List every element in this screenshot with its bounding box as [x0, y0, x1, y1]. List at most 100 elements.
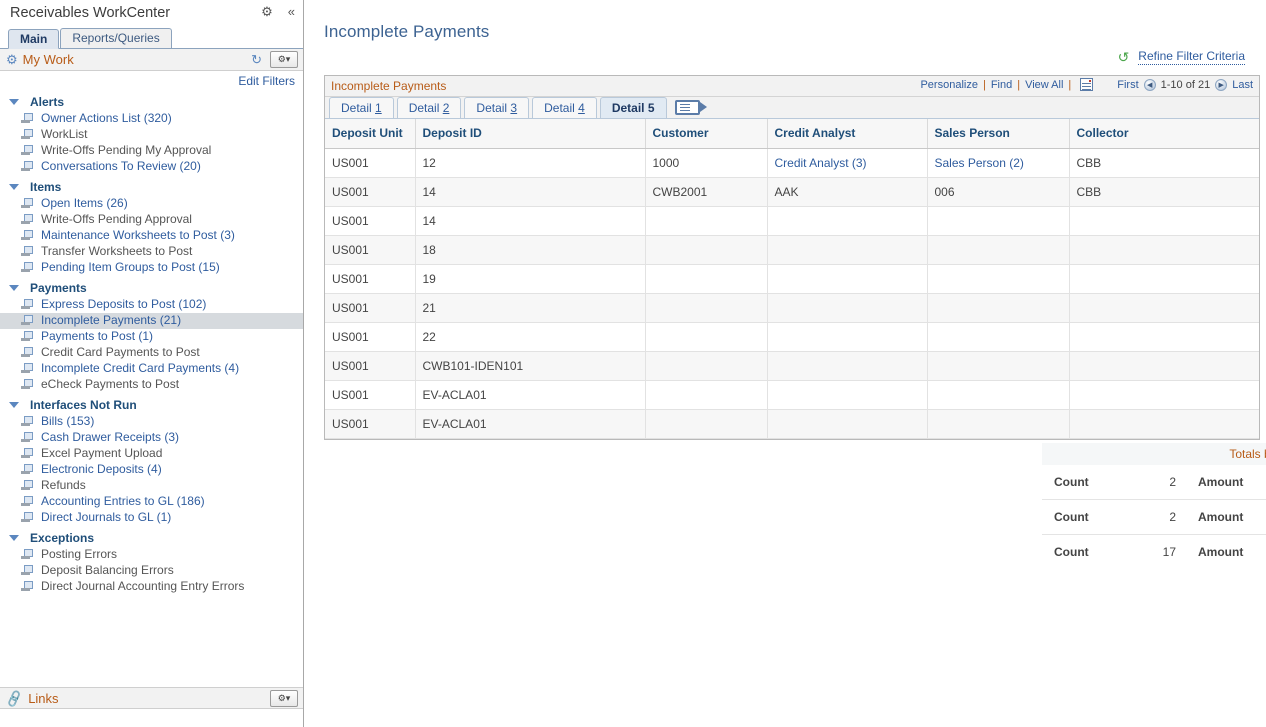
sidebar-item[interactable]: Transfer Worksheets to Post	[0, 244, 303, 260]
sidebar-item[interactable]: Cash Drawer Receipts (3)	[0, 430, 303, 446]
sidebar-item-label: WorkList	[41, 127, 87, 142]
tree-node-icon	[21, 363, 32, 374]
detail-tab-5[interactable]: Detail 5	[600, 97, 667, 118]
tree-node-icon	[21, 581, 32, 592]
sidebar-item[interactable]: Maintenance Worksheets to Post (3)	[0, 228, 303, 244]
sidebar-item[interactable]: Accounting Entries to GL (186)	[0, 494, 303, 510]
sidebar-item[interactable]: Pending Item Groups to Post (15)	[0, 260, 303, 276]
count-value: 2	[1134, 500, 1176, 535]
collapse-left-icon[interactable]: «	[288, 5, 295, 18]
sidebar-item[interactable]: Incomplete Payments (21)	[0, 313, 303, 329]
cell-deposit-unit: US001	[325, 351, 415, 380]
prev-arrow-icon[interactable]: ◀	[1144, 79, 1156, 91]
pager-last-link[interactable]: Last	[1232, 79, 1253, 91]
tree-node-icon	[21, 379, 32, 390]
pager-first-link[interactable]: First	[1117, 79, 1138, 91]
sidebar-item[interactable]: Open Items (26)	[0, 196, 303, 212]
triangle-down-icon[interactable]	[9, 402, 19, 408]
tree-section-header[interactable]: Payments	[0, 278, 303, 297]
count-value: 2	[1134, 465, 1176, 500]
table-row: US001EV-ACLA01	[325, 380, 1259, 409]
tree-node-icon	[21, 347, 32, 358]
sidebar-item[interactable]: Electronic Deposits (4)	[0, 462, 303, 478]
gear-dropdown-icon[interactable]: ⚙▾	[270, 690, 298, 707]
sidebar-item[interactable]: Direct Journals to GL (1)	[0, 510, 303, 526]
triangle-down-icon[interactable]	[9, 535, 19, 541]
detail-tab-2[interactable]: Detail 2	[397, 97, 462, 118]
detail-tab-1[interactable]: Detail 1	[329, 97, 394, 118]
tree-node-icon	[21, 464, 32, 475]
refresh-icon[interactable]: ↻	[251, 53, 262, 66]
sidebar-item[interactable]: Write-Offs Pending My Approval	[0, 143, 303, 159]
grid-actions: Personalize | Find | View All | First ◀ …	[920, 78, 1253, 91]
sidebar-item[interactable]: eCheck Payments to Post	[0, 377, 303, 393]
sidebar-item[interactable]: Conversations To Review (20)	[0, 159, 303, 175]
sidebar-item[interactable]: Refunds	[0, 478, 303, 494]
refine-filter-criteria-link[interactable]: Refine Filter Criteria	[1138, 49, 1245, 65]
tree-section-label: Items	[30, 180, 61, 194]
triangle-down-icon[interactable]	[9, 99, 19, 105]
personalize-link[interactable]: Personalize	[920, 79, 977, 91]
tree-section: Items Open Items (26)Write-Offs Pending A…	[0, 177, 303, 276]
table-header: Deposit UnitDeposit IDCustomerCredit Ana…	[325, 119, 1259, 148]
find-link[interactable]: Find	[991, 79, 1012, 91]
column-header: Credit Analyst	[767, 119, 927, 148]
edit-filters-link[interactable]: Edit Filters	[238, 74, 295, 88]
tab-main[interactable]: Main	[8, 29, 59, 49]
sidebar-item[interactable]: Owner Actions List (320)	[0, 111, 303, 127]
sidebar-item[interactable]: Express Deposits to Post (102)	[0, 297, 303, 313]
table-row: US00121	[325, 293, 1259, 322]
cell-sales-person	[927, 322, 1069, 351]
tree-section-header[interactable]: Exceptions	[0, 528, 303, 547]
cell-credit-analyst	[767, 351, 927, 380]
sidebar-item[interactable]: Payments to Post (1)	[0, 329, 303, 345]
refresh-green-icon[interactable]: ↺	[1118, 50, 1130, 64]
tab-reports-queries[interactable]: Reports/Queries	[60, 28, 171, 48]
grid-download-icon[interactable]	[1080, 78, 1093, 91]
next-arrow-icon[interactable]: ▶	[1215, 79, 1227, 91]
detail-tab-4[interactable]: Detail 4	[532, 97, 597, 118]
cell-deposit-id: EV-ACLA01	[415, 409, 645, 438]
sidebar-item[interactable]: Excel Payment Upload	[0, 446, 303, 462]
triangle-down-icon[interactable]	[9, 184, 19, 190]
tree-node-icon	[21, 246, 32, 257]
sidebar-item-label: eCheck Payments to Post	[41, 377, 179, 392]
sidebar-item[interactable]: Write-Offs Pending Approval	[0, 212, 303, 228]
cell-customer	[645, 293, 767, 322]
tree-node-icon	[21, 331, 32, 342]
table-row: US00114	[325, 206, 1259, 235]
tree-section-header[interactable]: Items	[0, 177, 303, 196]
grid-title: Incomplete Payments	[331, 79, 446, 93]
detail-tab-3[interactable]: Detail 3	[464, 97, 529, 118]
sidebar-item-label: Incomplete Payments (21)	[41, 313, 181, 328]
sidebar-item-label: Open Items (26)	[41, 196, 128, 211]
sidebar-item-label: Electronic Deposits (4)	[41, 462, 162, 477]
tree-section-header[interactable]: Alerts	[0, 92, 303, 111]
cell-deposit-unit: US001	[325, 264, 415, 293]
sidebar-item[interactable]: Incomplete Credit Card Payments (4)	[0, 361, 303, 377]
cell-sales-person[interactable]: Sales Person (2)	[927, 148, 1069, 177]
sidebar-item[interactable]: Credit Card Payments to Post	[0, 345, 303, 361]
triangle-down-icon[interactable]	[9, 285, 19, 291]
cell-collector	[1069, 409, 1259, 438]
cell-credit-analyst[interactable]: Credit Analyst (3)	[767, 148, 927, 177]
cell-sales-person	[927, 293, 1069, 322]
gear-dropdown-icon[interactable]: ⚙▾	[270, 51, 298, 68]
cell-customer	[645, 264, 767, 293]
tree-section-header[interactable]: Interfaces Not Run	[0, 395, 303, 414]
sidebar-item[interactable]: Posting Errors	[0, 547, 303, 563]
gear-icon[interactable]: ⚙	[261, 5, 273, 18]
credit-analyst-link[interactable]: Credit Analyst (3)	[775, 156, 867, 170]
cell-deposit-unit: US001	[325, 409, 415, 438]
sidebar-item[interactable]: Deposit Balancing Errors	[0, 563, 303, 579]
sidebar-item[interactable]: Direct Journal Accounting Entry Errors	[0, 579, 303, 595]
links-chain-icon: 🔗	[4, 689, 24, 707]
tab-expand-icon[interactable]	[675, 100, 700, 115]
sales-person-link[interactable]: Sales Person (2)	[935, 156, 1024, 170]
cell-credit-analyst	[767, 293, 927, 322]
sidebar-item[interactable]: WorkList	[0, 127, 303, 143]
sidebar-item-label: Pending Item Groups to Post (15)	[41, 260, 220, 275]
view-all-link[interactable]: View All	[1025, 79, 1063, 91]
sidebar-item[interactable]: Bills (153)	[0, 414, 303, 430]
cell-deposit-id: 18	[415, 235, 645, 264]
